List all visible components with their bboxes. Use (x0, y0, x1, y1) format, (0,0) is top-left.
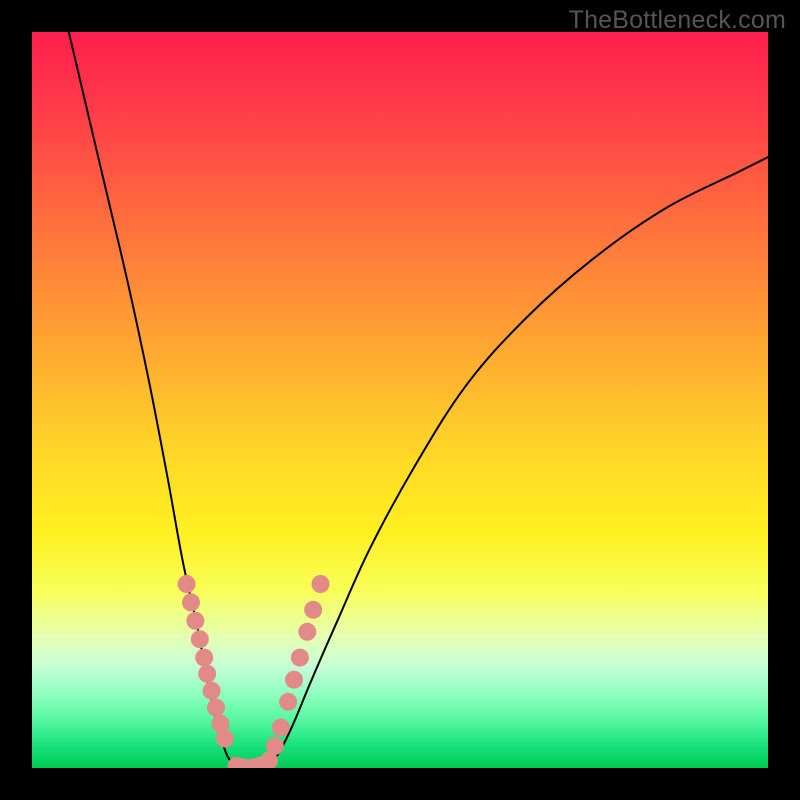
data-point (304, 601, 322, 619)
chart-frame: TheBottleneck.com (0, 0, 800, 800)
data-point (207, 699, 225, 717)
data-point (191, 630, 209, 648)
data-point (203, 682, 221, 700)
data-point (195, 649, 213, 667)
data-point (266, 737, 284, 755)
data-point (298, 623, 316, 641)
curve-layer (32, 32, 768, 768)
data-point (178, 575, 196, 593)
bottleneck-curve (69, 32, 768, 768)
data-point (216, 730, 234, 748)
data-point (312, 575, 330, 593)
data-point (182, 593, 200, 611)
data-point (279, 693, 297, 711)
plot-area (32, 32, 768, 768)
data-point (186, 612, 204, 630)
watermark-text: TheBottleneck.com (569, 6, 786, 35)
data-point (272, 719, 290, 737)
data-point (285, 671, 303, 689)
data-point (291, 649, 309, 667)
data-point (198, 665, 216, 683)
